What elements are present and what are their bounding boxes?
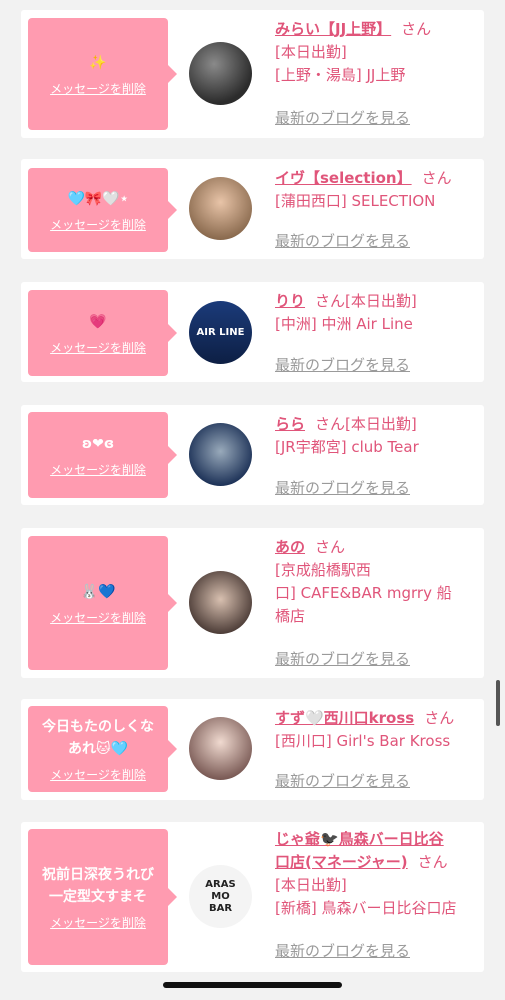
message-bubble: 💗 メッセージを削除 [28,290,177,376]
message-text: 🐰💙 [80,583,116,600]
delete-message-link[interactable]: メッセージを削除 [50,461,146,478]
latest-blog-link[interactable]: 最新のブログを見る [275,477,410,498]
latest-blog-link[interactable]: 最新のブログを見る [275,107,410,128]
delete-message-link[interactable]: メッセージを削除 [50,339,146,356]
girl-name-link[interactable]: すず🤍西川口kross [275,709,414,727]
avatar[interactable] [189,177,252,240]
scrollbar[interactable] [496,680,500,726]
shop-location: [中洲] 中洲 Air Line [275,315,413,333]
shop-location: [上野・湯島] JJ上野 [275,66,406,84]
schedule-status: [本日出勤] [275,876,347,894]
message-card: 祝前日深夜うれび 一定型文すまそ メッセージを削除 ARAS MO BAR じゃ… [21,822,484,972]
avatar[interactable]: AIR LINE [189,301,252,364]
san-suffix: さん [315,415,346,433]
avatar-shop-text: ARAS MO BAR [205,878,236,914]
latest-blog-link[interactable]: 最新のブログを見る [275,354,410,375]
avatar[interactable] [189,717,252,780]
message-bubble: ✨ メッセージを削除 [28,18,177,130]
message-card: 🐰💙 メッセージを削除 あの さん [京成船橋駅西 口] CAFE&BAR mgr… [21,528,484,678]
message-text: 今日もたのしくな あれ🐱🩵 [42,718,154,757]
message-card: ʚ❤︎ɞ メッセージを削除 らら さん[本日出勤] [JR宇都宮] club Te… [21,405,484,505]
avatar-shop-text: AIR LINE [196,326,245,338]
delete-message-link[interactable]: メッセージを削除 [50,216,146,233]
message-bubble: 🩵🎀🤍⋆ メッセージを削除 [28,168,177,252]
girl-name-link[interactable]: みらい【JJ上野】 [275,20,391,38]
message-card: ✨ メッセージを削除 みらい【JJ上野】 さん [本日出勤] [上野・湯島] JJ… [21,10,484,138]
message-bubble: 祝前日深夜うれび 一定型文すまそ メッセージを削除 [28,829,177,965]
message-text: ʚ❤︎ɞ [81,435,115,452]
san-suffix: さん [421,169,452,187]
schedule-status: [本日出勤] [345,292,417,310]
san-suffix: さん [424,709,455,727]
avatar[interactable]: ARAS MO BAR [189,865,252,928]
latest-blog-link[interactable]: 最新のブログを見る [275,770,410,791]
message-text: ✨ [89,54,107,71]
message-bubble: ʚ❤︎ɞ メッセージを削除 [28,412,177,498]
shop-location: [新橋] 鳥森バー日比谷口店 [275,899,457,917]
avatar[interactable] [189,42,252,105]
shop-location: [西川口] Girl's Bar Kross [275,732,451,750]
girl-name-link[interactable]: りり [275,292,305,310]
delete-message-link[interactable]: メッセージを削除 [50,80,146,97]
message-card: 今日もたのしくな あれ🐱🩵 メッセージを削除 すず🤍西川口kross さん [西川… [21,699,484,800]
shop-location: [京成船橋駅西 [275,561,371,579]
girl-name-link[interactable]: らら [275,415,305,433]
latest-blog-link[interactable]: 最新のブログを見る [275,648,410,669]
message-card: 💗 メッセージを削除 AIR LINE りり さん[本日出勤] [中洲] 中洲 A… [21,282,484,382]
home-indicator[interactable] [163,982,342,988]
avatar[interactable] [189,423,252,486]
message-card: 🩵🎀🤍⋆ メッセージを削除 イヴ【selection】 さん [蒲田西口] SEL… [21,159,484,259]
san-suffix: さん [401,20,432,38]
avatar[interactable] [189,571,252,634]
shop-location: 口] CAFE&BAR mgrry 船 [275,584,452,602]
schedule-status: [本日出勤] [275,43,347,61]
schedule-status: [本日出勤] [345,415,417,433]
delete-message-link[interactable]: メッセージを削除 [50,609,146,626]
delete-message-link[interactable]: メッセージを削除 [50,914,146,931]
latest-blog-link[interactable]: 最新のブログを見る [275,230,410,251]
message-text: 🩵🎀🤍⋆ [67,190,129,207]
shop-location: [JR宇都宮] club Tear [275,438,419,456]
message-text: 💗 [89,313,107,330]
girl-name-link[interactable]: あの [275,538,305,556]
delete-message-link[interactable]: メッセージを削除 [50,766,146,783]
san-suffix: さん [417,853,448,871]
san-suffix: さん [315,538,346,556]
message-text: 祝前日深夜うれび 一定型文すまそ [42,866,154,905]
girl-name-link[interactable]: イヴ【selection】 [275,169,412,187]
san-suffix: さん [315,292,346,310]
shop-location: [蒲田西口] SELECTION [275,192,436,210]
message-bubble: 今日もたのしくな あれ🐱🩵 メッセージを削除 [28,706,177,792]
latest-blog-link[interactable]: 最新のブログを見る [275,940,410,961]
message-bubble: 🐰💙 メッセージを削除 [28,536,177,670]
shop-location: 橋店 [275,607,306,625]
